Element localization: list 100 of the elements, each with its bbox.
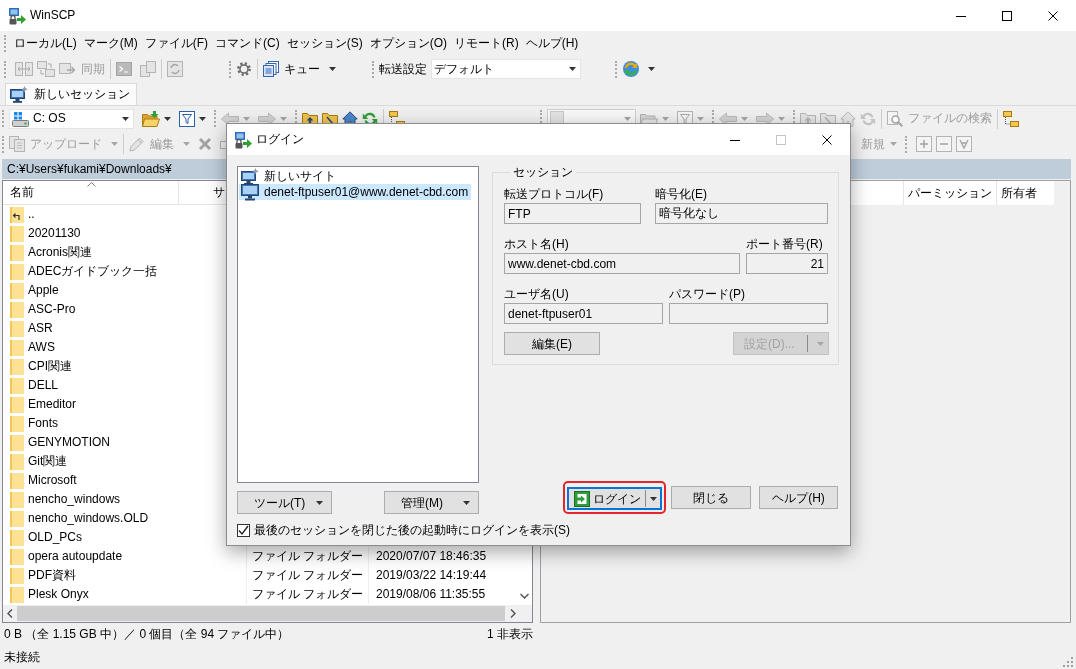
help-button[interactable]: ヘルプ(H) (759, 486, 838, 509)
transfer-preset-select[interactable]: デフォルト (431, 59, 581, 79)
scroll-right-icon[interactable] (510, 609, 516, 618)
file-name[interactable]: DELL (28, 376, 59, 395)
caret-icon[interactable] (648, 67, 655, 71)
status-text: 0 B （全 1.15 GB 中）／ 0 個目（全 94 ファイル中） (4, 627, 290, 642)
text-field[interactable]: denet-ftpuser01 (504, 303, 663, 324)
file-name[interactable]: Emeditor (28, 395, 77, 414)
checkbox-label[interactable]: 最後のセッションを閉じた後の起動時にログインを表示(S) (254, 523, 570, 538)
file-name[interactable]: PDF資料 (28, 566, 76, 585)
scroll-down-icon[interactable] (519, 593, 529, 599)
home-icon[interactable] (840, 110, 856, 127)
back-arrow-icon[interactable] (719, 111, 737, 126)
file-name[interactable]: Plesk Onyx (28, 585, 89, 604)
file-name[interactable]: CPI関連 (28, 357, 72, 376)
compare-icon[interactable] (15, 61, 33, 77)
session-tab[interactable]: 新しいセッション (5, 83, 137, 105)
folder-icon (10, 548, 24, 565)
resize-grip-icon[interactable] (1063, 657, 1073, 667)
column-header[interactable]: 名前 (3, 181, 179, 204)
menu-item[interactable]: ヘルプ(H) (522, 36, 582, 51)
modified-date: 2020/07/07 18:46:35 (376, 549, 487, 563)
folder-icon (10, 244, 24, 261)
terminal-icon[interactable] (116, 61, 132, 77)
file-name[interactable]: GENYMOTION (28, 433, 110, 452)
drive-select[interactable]: C: OS (9, 108, 134, 129)
scroll-left-icon[interactable] (7, 609, 13, 618)
menu-item[interactable]: ファイル(F) (141, 36, 211, 51)
file-name[interactable]: ASC-Pro (28, 300, 76, 319)
file-name[interactable]: Apple (28, 281, 59, 300)
close-button[interactable]: 閉じる (671, 486, 751, 509)
folder-icon (10, 491, 24, 508)
file-type: ファイル フォルダー (252, 568, 364, 582)
forward-arrow-icon[interactable] (756, 111, 774, 126)
scrollbar-thumb[interactable] (17, 606, 505, 621)
menu-item[interactable]: リモート(R) (451, 36, 522, 51)
text-field[interactable]: FTP (504, 203, 641, 224)
delete-icon[interactable] (198, 137, 212, 151)
globe-sync-icon[interactable] (622, 60, 640, 78)
caret-icon (183, 142, 190, 146)
queue-button[interactable]: キュー (263, 61, 336, 77)
file-name[interactable]: Fonts (28, 414, 58, 433)
minus-icon[interactable] (936, 136, 952, 152)
menu-item[interactable]: マーク(M) (80, 36, 141, 51)
file-name[interactable]: AWS (28, 338, 55, 357)
pages-icon[interactable] (140, 61, 156, 77)
menu-item[interactable]: ローカル(L) (11, 36, 80, 51)
dropdown-button[interactable]: 管理(M) (384, 491, 479, 514)
caret-icon (111, 142, 118, 146)
hidden-files-count: 1 非表示 (487, 627, 533, 642)
caret-icon[interactable] (164, 116, 171, 121)
file-name[interactable]: Acronis関連 (28, 243, 92, 262)
file-name[interactable]: nencho_windows.OLD (28, 509, 149, 528)
menu-item[interactable]: セッション(S) (283, 36, 366, 51)
edit-button[interactable]: 編集(E) (504, 332, 600, 355)
select-all-icon[interactable] (956, 136, 972, 152)
refresh-icon[interactable] (167, 61, 183, 77)
back-arrow-icon[interactable] (221, 111, 239, 126)
file-name[interactable]: ASR (28, 319, 53, 338)
menu-item[interactable]: コマンド(C) (212, 36, 283, 51)
site-list[interactable]: 新しいサイト denet-ftpuser01@www.denet-cbd.com (237, 166, 479, 483)
plus-icon[interactable] (916, 136, 932, 152)
folder-icon (10, 415, 24, 432)
column-header[interactable]: サ (179, 181, 226, 204)
file-name[interactable]: ADECガイドブック一括 (28, 262, 158, 281)
file-name[interactable]: Microsoft (28, 471, 77, 490)
windows-icon[interactable] (37, 61, 55, 77)
caret-icon (316, 500, 323, 505)
site-item[interactable]: denet-ftpuser01@www.denet-cbd.com (239, 184, 472, 200)
folder-icon (10, 282, 24, 299)
folder-tree-icon[interactable] (1003, 110, 1019, 127)
forward-arrow-icon[interactable] (258, 111, 276, 126)
monitor-icon (241, 183, 259, 201)
filter-icon[interactable] (179, 110, 195, 127)
file-name[interactable]: .. (28, 205, 35, 224)
number-field[interactable]: 21 (746, 253, 828, 274)
text-field[interactable]: 暗号化なし (655, 203, 828, 224)
file-name[interactable]: 20201130 (28, 224, 81, 243)
file-name[interactable]: Git関連 (28, 452, 68, 471)
file-name[interactable]: opera autoupdate (28, 547, 123, 566)
modified-date: 2019/08/06 11:35:55 (376, 587, 486, 601)
column-header[interactable]: 所有者 (996, 181, 1054, 205)
menu-item[interactable]: オプション(O) (366, 36, 450, 51)
text-field[interactable]: www.denet-cbd.com (504, 253, 740, 274)
file-name[interactable]: OLD_PCs (28, 528, 83, 547)
password-field[interactable] (669, 303, 828, 324)
folder-icon (10, 586, 24, 603)
dropdown-button[interactable]: ツール(T) (237, 491, 332, 514)
settings-icon[interactable] (236, 61, 252, 77)
close-icon[interactable] (822, 134, 832, 145)
checkbox[interactable] (237, 524, 250, 537)
pencil-icon (129, 136, 145, 152)
close-icon[interactable] (1048, 10, 1058, 21)
caret-icon[interactable] (199, 116, 206, 121)
file-name[interactable]: nencho_windows (28, 490, 121, 509)
column-header[interactable]: パーミッション (903, 181, 996, 205)
login-icon (574, 490, 590, 507)
login-button[interactable]: ログイン (567, 487, 662, 510)
transfer-settings-label: 転送設定 (379, 61, 427, 77)
maximize-icon[interactable] (1002, 10, 1012, 21)
